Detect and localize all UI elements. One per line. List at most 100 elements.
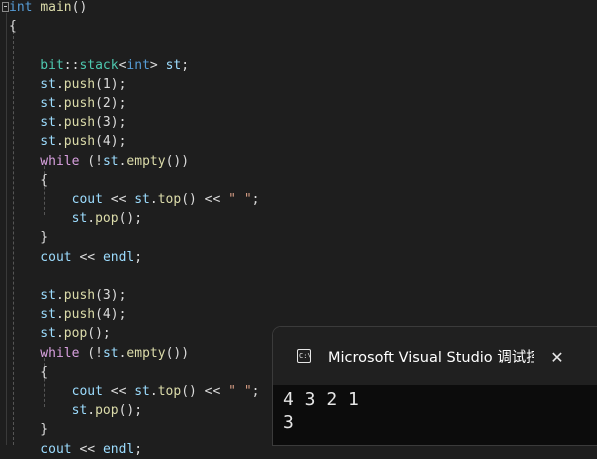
code-token: endl <box>102 441 135 457</box>
close-button[interactable]: ✕ <box>545 347 569 369</box>
code-token: empty <box>126 153 166 169</box>
code-token: st <box>134 192 150 207</box>
code-token: << <box>102 384 135 399</box>
code-token: st <box>165 57 182 73</box>
code-token: (3); <box>95 288 127 303</box>
code-token: st <box>9 307 56 323</box>
code-token: << <box>71 249 103 265</box>
code-token: cout <box>9 441 72 457</box>
code-token: (! <box>79 345 103 361</box>
code-line[interactable]: cout << endl; <box>9 440 142 459</box>
code-line[interactable]: st.push(2); <box>9 94 126 113</box>
code-token: { <box>9 19 17 35</box>
code-token: while <box>9 345 80 361</box>
code-token: stack <box>79 57 119 73</box>
code-token: } <box>9 422 49 438</box>
code-token: { <box>9 172 49 188</box>
code-line[interactable]: st.push(4); <box>9 305 126 324</box>
code-token: > <box>149 57 166 73</box>
code-line[interactable]: st.push(4); <box>9 132 126 151</box>
code-token: " " <box>228 192 252 207</box>
code-token: . <box>55 288 64 303</box>
code-token: . <box>87 211 96 227</box>
debug-console-window[interactable]: C:\ Microsoft Visual Studio 调试控制台 ✕ 4 3 … <box>273 327 597 445</box>
code-token: (); <box>118 211 143 227</box>
console-title-bar[interactable]: C:\ Microsoft Visual Studio 调试控制台 ✕ <box>273 327 597 385</box>
code-token: endl <box>102 249 135 265</box>
code-token: () << <box>181 192 229 207</box>
code-line[interactable]: bit::stack<int> st; <box>9 56 189 75</box>
code-token: (3); <box>95 115 127 131</box>
code-token: (); <box>118 403 143 419</box>
code-token: . <box>149 192 158 207</box>
code-token: (4); <box>95 134 127 150</box>
code-token: push <box>63 288 96 303</box>
code-line[interactable]: while (!st.empty()) <box>9 344 189 363</box>
code-token: :: <box>63 57 80 73</box>
code-token: cout <box>9 192 103 207</box>
code-token: . <box>55 115 64 131</box>
code-token: (1); <box>95 76 127 92</box>
code-line[interactable]: { <box>9 17 17 36</box>
code-line[interactable]: st.pop(); <box>9 209 142 228</box>
console-icon-text: C:\ <box>299 352 312 360</box>
code-line[interactable]: cout << endl; <box>9 248 142 267</box>
code-token: . <box>55 96 64 111</box>
code-token: st <box>134 384 150 399</box>
console-output-line: 4 3 2 1 <box>283 389 359 410</box>
code-token: st <box>102 345 119 361</box>
code-token: top <box>157 384 182 399</box>
code-token: cout <box>9 249 72 265</box>
code-token: cout <box>9 384 103 399</box>
code-token: bit <box>9 57 64 73</box>
code-token: << <box>71 441 103 457</box>
code-token: st <box>9 134 56 150</box>
code-token: push <box>63 96 96 111</box>
code-token: pop <box>95 403 119 419</box>
code-token: st <box>9 403 88 419</box>
code-token: st <box>9 96 56 111</box>
code-token: empty <box>126 345 166 361</box>
code-token: top <box>157 192 182 207</box>
code-line[interactable]: st.push(3); <box>9 113 126 132</box>
code-token: ; <box>134 249 143 265</box>
code-token: st <box>9 76 56 92</box>
code-token: << <box>102 192 135 207</box>
code-line[interactable]: st.pop(); <box>9 401 142 420</box>
console-app-icon: C:\ <box>297 349 312 363</box>
code-line[interactable]: while (!st.empty()) <box>9 152 189 171</box>
code-line[interactable]: st.pop(); <box>9 324 111 343</box>
fold-line <box>6 13 7 445</box>
code-token: ; <box>181 57 190 73</box>
code-token: " " <box>228 384 252 399</box>
code-token: . <box>55 326 64 342</box>
code-token: ; <box>134 441 143 457</box>
code-line[interactable]: cout << st.top() << " "; <box>9 190 260 209</box>
code-token: () <box>71 0 88 15</box>
code-token: ; <box>251 384 260 399</box>
code-token: push <box>63 76 96 92</box>
code-token: } <box>9 230 49 246</box>
code-line[interactable]: st.push(1); <box>9 75 126 94</box>
code-token: (2); <box>95 96 127 111</box>
code-token: ; <box>251 192 260 207</box>
code-line[interactable]: cout << st.top() << " "; <box>9 382 260 401</box>
code-token: pop <box>95 211 119 227</box>
code-token: (); <box>87 326 111 342</box>
code-line[interactable]: { <box>9 363 48 382</box>
code-line[interactable]: { <box>9 171 48 190</box>
console-title: Microsoft Visual Studio 调试控制台 <box>328 350 534 366</box>
code-token: int <box>126 57 150 73</box>
code-token: st <box>9 211 88 227</box>
code-token: ()) <box>165 153 190 169</box>
code-token: st <box>102 153 119 169</box>
code-line[interactable]: int main() <box>9 0 87 17</box>
code-token: () << <box>181 384 229 399</box>
code-token: push <box>63 115 96 131</box>
code-line[interactable]: } <box>9 228 48 247</box>
code-line[interactable]: st.push(3); <box>9 286 126 305</box>
collapse-icon[interactable] <box>2 2 9 12</box>
code-token: push <box>63 307 96 323</box>
code-line[interactable]: } <box>9 420 48 439</box>
code-token: int <box>9 0 33 15</box>
